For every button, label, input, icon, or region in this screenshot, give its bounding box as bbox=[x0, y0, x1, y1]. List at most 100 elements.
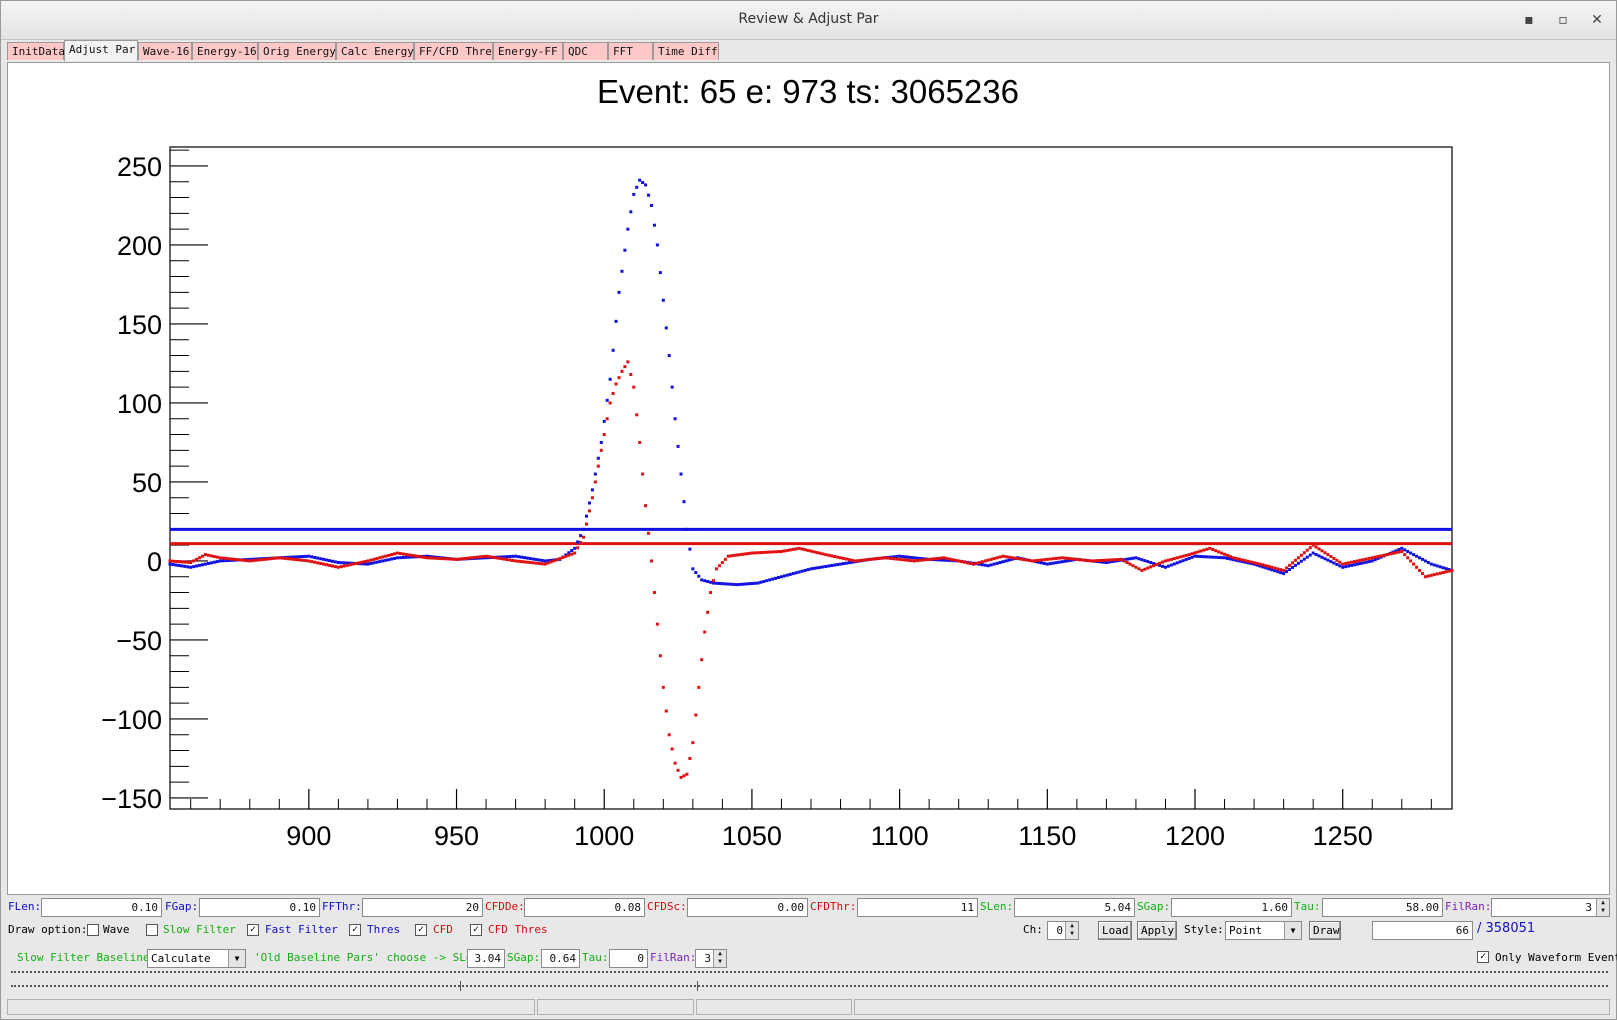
data-point bbox=[915, 559, 919, 563]
y-tick-label: −100 bbox=[101, 705, 162, 735]
flen-input[interactable]: 0.10 bbox=[41, 898, 162, 917]
data-point bbox=[446, 557, 450, 561]
ffthr-input[interactable]: 20 bbox=[362, 898, 483, 917]
tab-wave-16[interactable]: Wave-16 bbox=[138, 42, 192, 60]
data-point bbox=[694, 713, 698, 717]
tab-ff-cfd-thre[interactable]: FF/CFD Thre bbox=[414, 42, 493, 60]
baseline-mode-select[interactable]: Calculate ▼ bbox=[147, 949, 246, 968]
data-point bbox=[239, 558, 243, 562]
cfdthr-input[interactable]: 11 bbox=[857, 898, 978, 917]
data-point bbox=[251, 559, 255, 563]
slen-input[interactable]: 5.04 bbox=[1014, 898, 1135, 917]
data-point bbox=[1403, 548, 1407, 552]
filran-spinner[interactable]: ▲ ▼ bbox=[1596, 899, 1609, 916]
style-select[interactable]: Point ▼ bbox=[1225, 921, 1302, 940]
data-point bbox=[1081, 558, 1085, 562]
data-point bbox=[1423, 559, 1427, 563]
tab-energy-16[interactable]: Energy-16 bbox=[192, 42, 258, 60]
old-filran-input[interactable]: 3 ▲ ▼ bbox=[695, 949, 727, 968]
data-point bbox=[1412, 562, 1416, 566]
wave-checkbox[interactable] bbox=[87, 924, 99, 936]
data-point bbox=[1415, 565, 1419, 569]
chevron-down-icon[interactable]: ▼ bbox=[228, 950, 245, 967]
tab-qdc[interactable]: QDC bbox=[563, 42, 608, 60]
data-point bbox=[626, 227, 630, 231]
data-point bbox=[723, 557, 727, 561]
apply-button[interactable]: Apply bbox=[1137, 921, 1177, 940]
cfd-thres-checkbox[interactable]: ✓ bbox=[470, 924, 482, 936]
chevron-down-icon[interactable]: ▼ bbox=[1284, 922, 1301, 939]
data-point bbox=[1341, 565, 1345, 569]
thres-checkbox[interactable]: ✓ bbox=[349, 924, 361, 936]
fgap-input[interactable]: 0.10 bbox=[199, 898, 320, 917]
tab-energy-ff[interactable]: Energy-FF bbox=[493, 42, 563, 60]
x-tick-label: 1100 bbox=[871, 821, 929, 851]
maximize-icon[interactable]: ▫ bbox=[1552, 9, 1574, 31]
data-point bbox=[679, 775, 683, 779]
data-point bbox=[1296, 561, 1300, 565]
data-point bbox=[729, 582, 733, 586]
cfd-checkbox[interactable]: ✓ bbox=[415, 924, 427, 936]
draw-button[interactable]: Draw bbox=[1309, 921, 1341, 940]
tab-fft[interactable]: FFT bbox=[608, 42, 653, 60]
data-point bbox=[647, 531, 651, 535]
tab-calc-energy[interactable]: Calc Energy bbox=[336, 42, 414, 60]
close-icon[interactable]: ✕ bbox=[1586, 9, 1608, 31]
waveform-plot[interactable]: Event: 65 e: 973 ts: 3065236 −150 −100 −50… bbox=[8, 63, 1609, 894]
tab-time-diff[interactable]: Time Diff bbox=[653, 42, 719, 60]
data-point bbox=[632, 385, 636, 389]
data-point bbox=[1243, 559, 1247, 563]
tab-adjust-par[interactable]: Adjust Par bbox=[64, 40, 138, 61]
data-point bbox=[1406, 556, 1410, 560]
fast-filter-checkbox[interactable]: ✓ bbox=[247, 924, 259, 936]
slow-filter-checkbox[interactable] bbox=[146, 924, 158, 936]
cfdde-input[interactable]: 0.08 bbox=[524, 898, 645, 917]
data-point bbox=[1344, 565, 1348, 569]
event-number-input[interactable]: 66 bbox=[1372, 921, 1473, 940]
data-point bbox=[567, 553, 571, 557]
data-point bbox=[608, 401, 612, 405]
data-point bbox=[818, 565, 822, 569]
old-slen-input[interactable]: 3.04 bbox=[467, 949, 505, 968]
filran-input[interactable]: 3 ▲ ▼ bbox=[1491, 898, 1610, 917]
data-point bbox=[1107, 558, 1111, 562]
data-point bbox=[1426, 561, 1430, 565]
range-slider-lower[interactable] bbox=[11, 981, 1608, 991]
data-point bbox=[788, 548, 792, 552]
old-sgap-input[interactable]: 0.64 bbox=[541, 949, 580, 968]
cfdthr-label: CFDThr: bbox=[810, 900, 857, 913]
old-tau-input[interactable]: 0 bbox=[609, 949, 648, 968]
data-point bbox=[809, 567, 813, 571]
load-button[interactable]: Load bbox=[1098, 921, 1132, 940]
data-point bbox=[1376, 555, 1380, 559]
data-point bbox=[906, 558, 910, 562]
tab-initdata[interactable]: InitData bbox=[7, 42, 65, 60]
data-point bbox=[1403, 553, 1407, 557]
data-point bbox=[1001, 554, 1005, 558]
only-waveform-checkbox[interactable]: ✓ bbox=[1477, 951, 1489, 963]
data-point bbox=[428, 556, 432, 560]
cfdsc-input[interactable]: 0.00 bbox=[687, 898, 808, 917]
plot-canvas[interactable]: Event: 65 e: 973 ts: 3065236 −150 −100 −50… bbox=[7, 62, 1610, 895]
data-point bbox=[212, 555, 216, 559]
data-point bbox=[830, 554, 834, 558]
ch-spinner[interactable]: ▲ ▼ bbox=[1065, 922, 1078, 939]
minimize-icon[interactable]: ▪ bbox=[1518, 9, 1540, 31]
data-point bbox=[989, 557, 993, 561]
data-point bbox=[1388, 552, 1392, 556]
data-point bbox=[1184, 558, 1188, 562]
data-point bbox=[295, 558, 299, 562]
tab-orig-energy[interactable]: Orig Energy bbox=[258, 42, 336, 60]
data-point bbox=[735, 583, 739, 587]
old-filran-spinner[interactable]: ▲ ▼ bbox=[713, 950, 726, 967]
sgap-input[interactable]: 1.60 bbox=[1171, 898, 1292, 917]
x-tick-label: 900 bbox=[286, 821, 331, 851]
tau-input[interactable]: 58.00 bbox=[1322, 898, 1443, 917]
slider-thumb[interactable] bbox=[460, 981, 698, 991]
data-point bbox=[481, 555, 485, 559]
data-point bbox=[1240, 558, 1244, 562]
data-point bbox=[466, 556, 470, 560]
ch-input[interactable]: 0 ▲ ▼ bbox=[1047, 921, 1079, 940]
data-point bbox=[298, 555, 302, 559]
range-slider-upper[interactable] bbox=[11, 967, 1608, 977]
